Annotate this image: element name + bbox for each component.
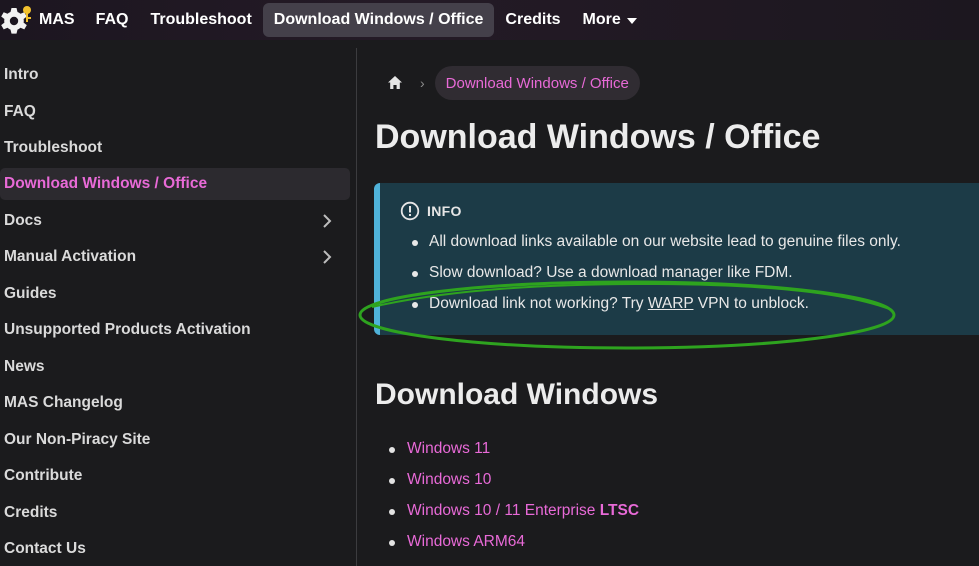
caret-down-icon — [626, 18, 637, 24]
gear-key-logo-icon — [1, 6, 31, 34]
sidebar-item-faq[interactable]: FAQ — [0, 96, 350, 128]
sidebar-item-guides[interactable]: Guides — [0, 278, 350, 310]
nav-faq[interactable]: FAQ — [85, 3, 140, 37]
sidebar-item-intro[interactable]: Intro — [0, 59, 350, 91]
brand-name: MAS — [39, 11, 75, 28]
sidebar-item-label: Intro — [4, 66, 39, 83]
sidebar-item-label: Our Non-Piracy Site — [4, 431, 151, 448]
sidebar-item-label: Unsupported Products Activation — [4, 321, 251, 338]
info-admonition: INFO All download links available on our… — [374, 183, 979, 335]
windows-10-link[interactable]: Windows 10 — [407, 471, 491, 488]
list-item: Windows 10 — [389, 471, 639, 502]
sidebar-item-contribute[interactable]: Contribute — [0, 460, 350, 492]
sidebar-item-contact-us[interactable]: Contact Us — [0, 533, 350, 565]
nav-download-windows-office[interactable]: Download Windows / Office — [262, 3, 495, 37]
nav-more-label: More — [582, 11, 621, 28]
sidebar-item-credits[interactable]: Credits — [0, 497, 350, 529]
nav-more-dropdown[interactable]: More — [572, 3, 648, 37]
page-title: Download Windows / Office — [375, 118, 821, 156]
sidebar: Intro FAQ Troubleshoot Download Windows … — [0, 48, 357, 566]
sidebar-item-docs[interactable]: Docs — [0, 205, 350, 237]
info-item-warp: Download link not working? Try WARP VPN … — [412, 295, 901, 326]
sidebar-item-label: Guides — [4, 285, 57, 302]
sidebar-item-label: Manual Activation — [4, 248, 137, 265]
sidebar-item-non-piracy-site[interactable]: Our Non-Piracy Site — [0, 424, 350, 456]
brand[interactable]: MAS — [0, 0, 75, 40]
info-title: INFO — [400, 201, 462, 221]
section-title-download-windows: Download Windows — [375, 378, 659, 411]
windows-enterprise-ltsc-link[interactable]: Windows 10 / 11 Enterprise LTSC — [407, 502, 639, 519]
ltsc-label: LTSC — [599, 502, 640, 519]
info-circle-icon — [400, 201, 420, 221]
sidebar-item-download-windows-office[interactable]: Download Windows / Office — [0, 168, 350, 200]
nav-credits[interactable]: Credits — [494, 3, 571, 37]
sidebar-item-label: Credits — [4, 504, 58, 521]
list-item: Windows 10 / 11 Enterprise LTSC — [389, 502, 639, 533]
breadcrumb-separator-icon: › — [420, 75, 425, 91]
sidebar-item-label: News — [4, 358, 45, 375]
breadcrumb-current: Download Windows / Office — [434, 66, 640, 100]
info-title-label: INFO — [427, 203, 462, 219]
windows-11-link[interactable]: Windows 11 — [407, 440, 490, 457]
sidebar-item-label: MAS Changelog — [4, 394, 123, 411]
sidebar-item-label: Contribute — [4, 467, 83, 484]
chevron-right-icon[interactable] — [318, 212, 336, 230]
chevron-right-icon[interactable] — [318, 248, 336, 266]
sidebar-item-label: Download Windows / Office — [4, 175, 208, 192]
list-item: Windows 11 — [389, 440, 639, 471]
info-item: All download links available on our webs… — [412, 233, 901, 264]
sidebar-item-label: Docs — [4, 212, 42, 229]
info-item-text: VPN to unblock. — [693, 295, 809, 312]
info-list: All download links available on our webs… — [412, 233, 901, 326]
sidebar-item-troubleshoot[interactable]: Troubleshoot — [0, 132, 350, 164]
nav-troubleshoot[interactable]: Troubleshoot — [139, 3, 262, 37]
home-icon[interactable] — [386, 74, 404, 92]
sidebar-item-manual-activation[interactable]: Manual Activation — [0, 241, 350, 273]
breadcrumb: › Download Windows / Office — [386, 66, 640, 100]
sidebar-item-unsupported-products-activation[interactable]: Unsupported Products Activation — [0, 314, 350, 346]
info-item: Slow download? Use a download manager li… — [412, 264, 901, 295]
link-text: Windows 10 / 11 Enterprise — [407, 502, 600, 519]
sidebar-item-mas-changelog[interactable]: MAS Changelog — [0, 387, 350, 419]
info-item-text: Download link not working? Try — [429, 295, 648, 312]
sidebar-item-label: FAQ — [4, 103, 36, 120]
sidebar-item-news[interactable]: News — [0, 351, 350, 383]
windows-arm64-link[interactable]: Windows ARM64 — [407, 533, 525, 550]
sidebar-item-label: Contact Us — [4, 540, 86, 557]
warp-link[interactable]: WARP — [648, 295, 694, 312]
main-content: › Download Windows / Office Download Win… — [358, 40, 979, 566]
list-item: Windows ARM64 — [389, 533, 639, 564]
download-windows-list: Windows 11 Windows 10 Windows 10 / 11 En… — [389, 440, 639, 564]
sidebar-item-label: Troubleshoot — [4, 139, 103, 156]
top-navbar: MAS FAQ Troubleshoot Download Windows / … — [0, 0, 979, 40]
